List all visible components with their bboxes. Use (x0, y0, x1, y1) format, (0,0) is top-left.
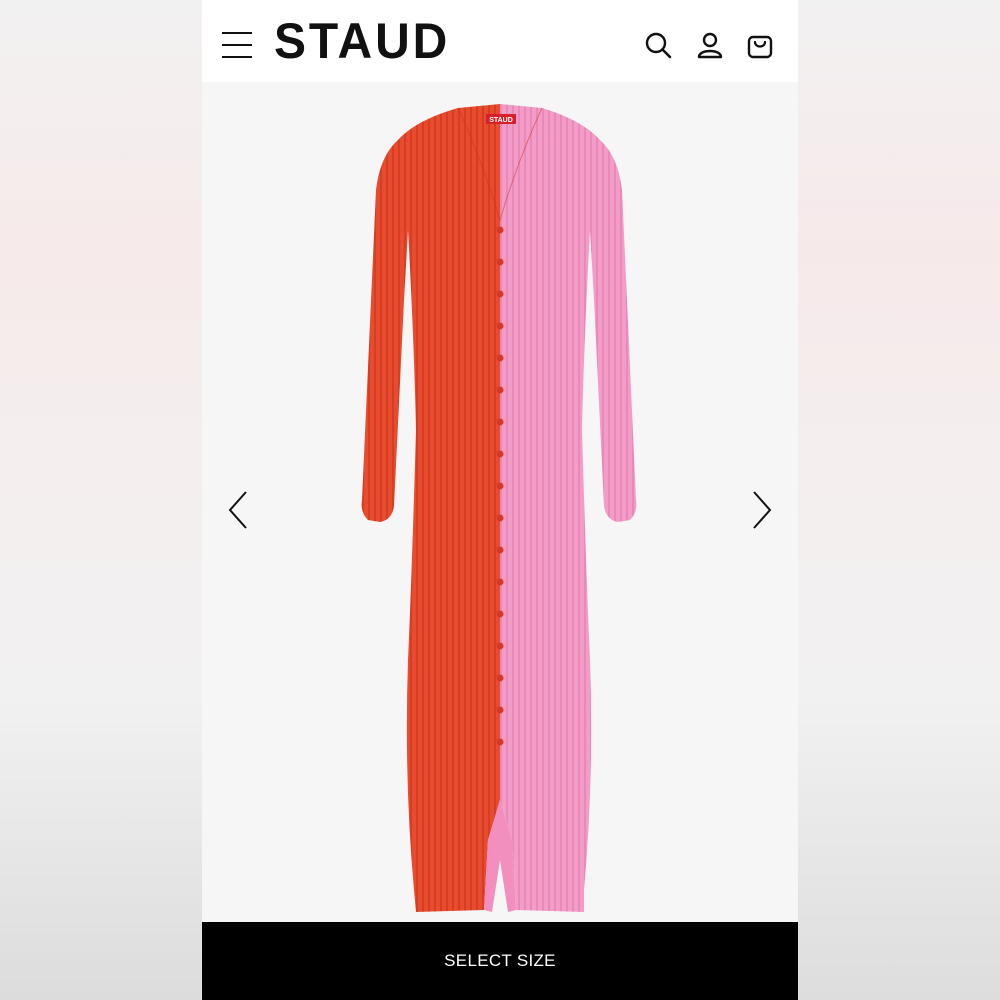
product-image-gallery[interactable]: STAUD (202, 82, 798, 922)
select-size-button[interactable]: SELECT SIZE (202, 922, 798, 1000)
select-size-label: SELECT SIZE (444, 951, 556, 970)
site-header: STAUD (202, 0, 798, 82)
account-icon[interactable] (696, 31, 724, 59)
background-blur-left (0, 0, 202, 1000)
label-tag: STAUD (489, 117, 513, 124)
brand-logo[interactable]: STAUD (274, 16, 450, 66)
product-image: STAUD (361, 104, 637, 912)
chevron-right-icon[interactable] (748, 488, 776, 532)
chevron-left-icon[interactable] (226, 488, 254, 532)
shopping-bag-icon[interactable] (746, 31, 774, 59)
search-icon[interactable] (644, 31, 672, 59)
background-blur-right (798, 0, 1000, 1000)
hamburger-menu-icon[interactable] (222, 30, 252, 60)
mobile-screen: STAUD STAUD SELECT SIZE (202, 0, 798, 1000)
